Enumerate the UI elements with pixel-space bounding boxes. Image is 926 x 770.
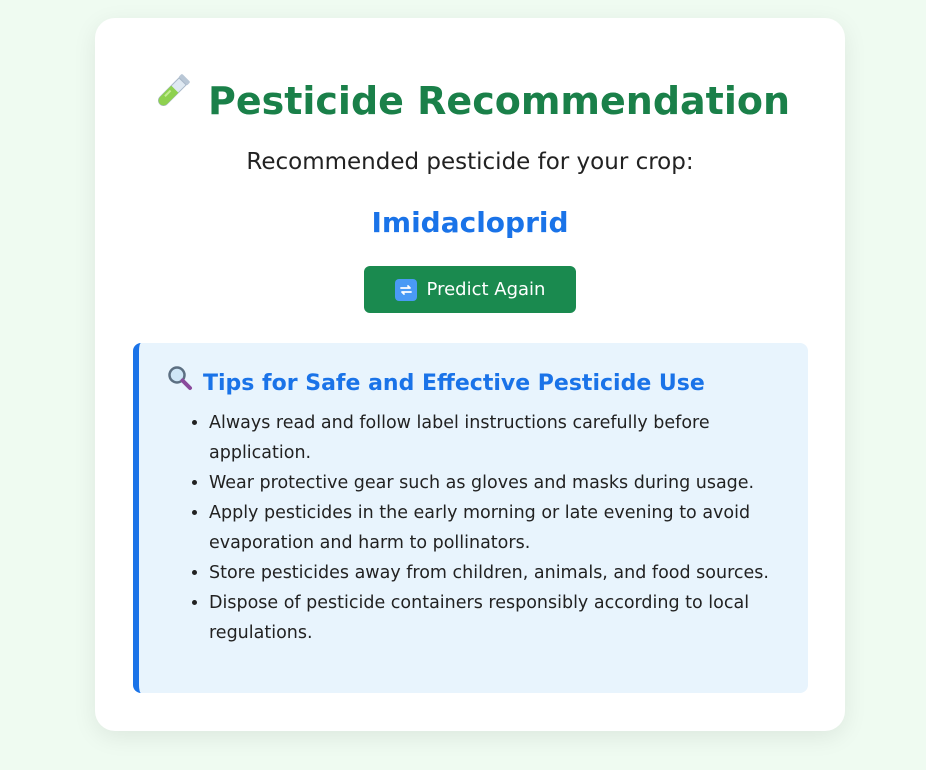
- test-tube-icon: [150, 70, 194, 128]
- predict-again-label: Predict Again: [426, 279, 546, 300]
- tips-list: Always read and follow label instruction…: [189, 408, 799, 648]
- title-text: Pesticide Recommendation: [207, 79, 791, 123]
- subtitle: Recommended pesticide for your crop:: [246, 149, 694, 175]
- tips-title: Tips for Safe and Effective Pesticide Us…: [203, 370, 705, 396]
- result-card: Pesticide Recommendation Recommended pes…: [95, 18, 845, 731]
- refresh-icon: [394, 278, 417, 301]
- predict-again-button[interactable]: Predict Again: [364, 266, 576, 313]
- magnifying-glass-icon: [167, 365, 193, 402]
- tip-item: Apply pesticides in the early morning or…: [209, 498, 799, 558]
- recommended-pesticide: Imidacloprid: [371, 206, 569, 239]
- tip-item: Wear protective gear such as gloves and …: [209, 468, 799, 498]
- tips-heading: Tips for Safe and Effective Pesticide Us…: [167, 365, 705, 402]
- tip-item: Dispose of pesticide containers responsi…: [209, 588, 799, 648]
- tip-item: Always read and follow label instruction…: [209, 408, 799, 468]
- page-title: Pesticide Recommendation: [95, 73, 845, 133]
- tip-item: Store pesticides away from children, ani…: [209, 558, 799, 588]
- tips-panel: Tips for Safe and Effective Pesticide Us…: [133, 343, 808, 693]
